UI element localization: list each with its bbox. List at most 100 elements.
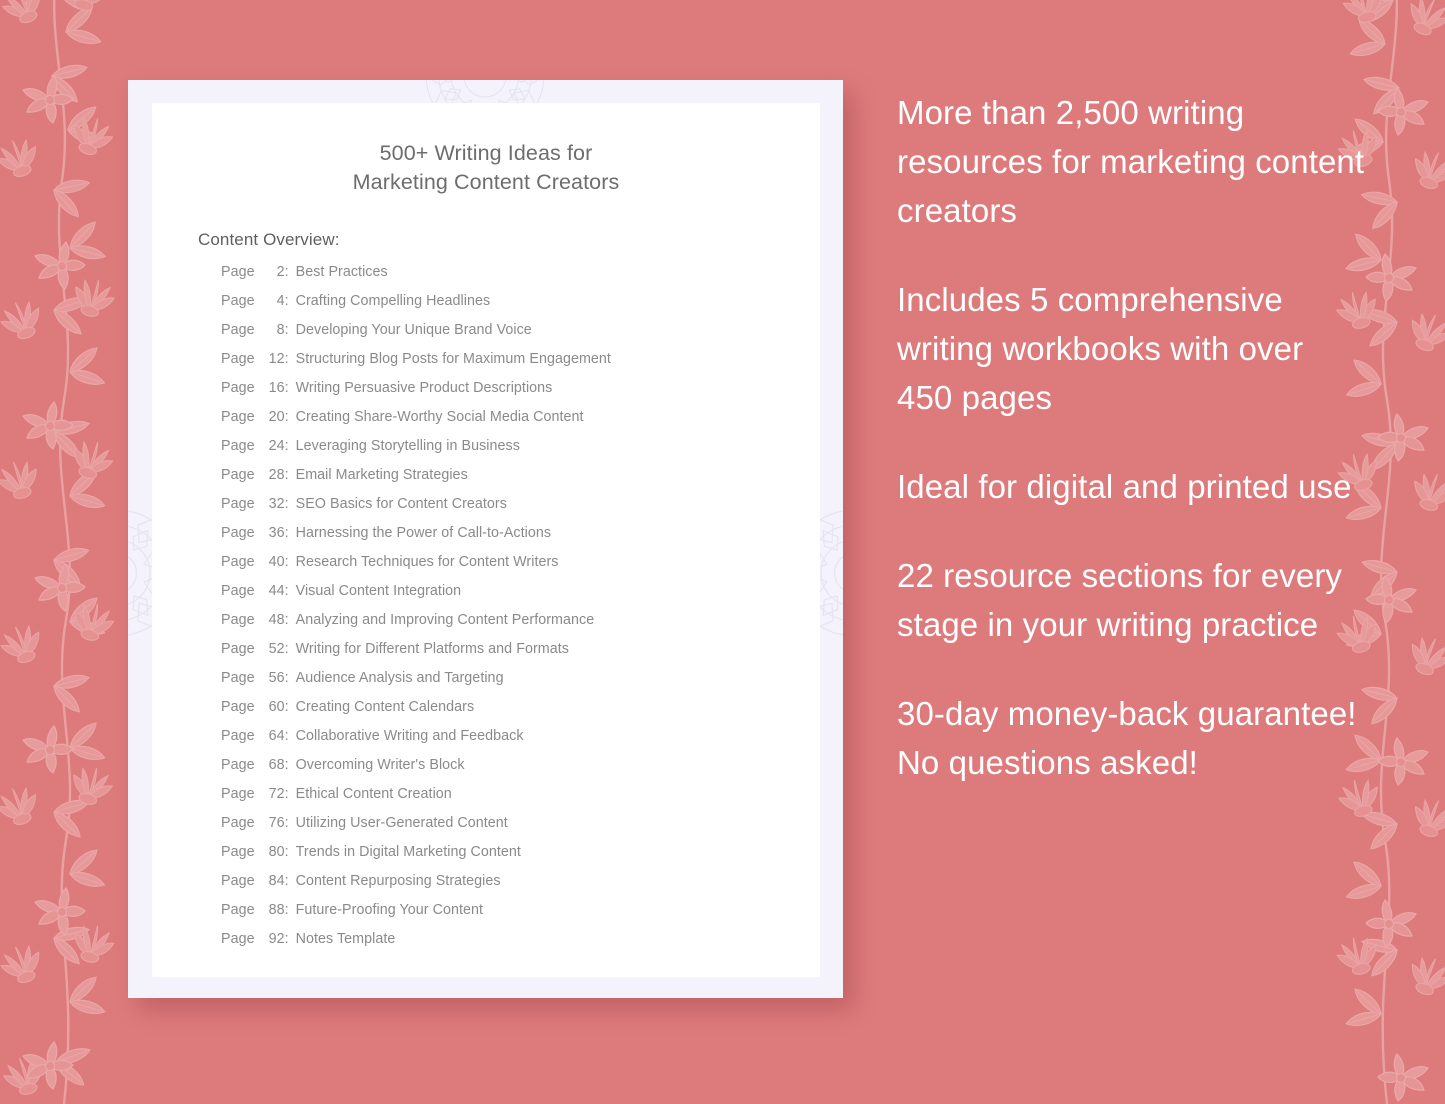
toc-page-number: 80 (268, 844, 285, 860)
document-page: 500+ Writing Ideas for Marketing Content… (152, 103, 820, 977)
toc-page-number: 52 (268, 641, 285, 657)
toc-page-number: 68 (268, 757, 285, 773)
toc-entry[interactable]: Page 28: Email Marketing Strategies (221, 467, 820, 496)
document-title-line-1: 500+ Writing Ideas for (379, 141, 593, 165)
floral-vine-border-left (0, 0, 119, 1104)
toc-entry-title: Leveraging Storytelling in Business (295, 438, 520, 454)
toc-colon: : (284, 873, 289, 889)
toc-entry-title: Content Repurposing Strategies (295, 873, 501, 889)
toc-entry[interactable]: Page 44: Visual Content Integration (221, 583, 820, 612)
toc-page-number: 12 (268, 351, 285, 367)
promo-list: More than 2,500 writing resources for ma… (897, 88, 1367, 787)
document-preview-card[interactable]: 500+ Writing Ideas for Marketing Content… (128, 80, 843, 998)
toc-entry[interactable]: Page 56: Audience Analysis and Targeting (221, 670, 820, 699)
document-title: 500+ Writing Ideas for Marketing Content… (152, 139, 820, 197)
toc-entry[interactable]: Page 36: Harnessing the Power of Call-to-A… (221, 525, 820, 554)
toc-page-word: Page (221, 264, 255, 280)
toc-entry-title: Visual Content Integration (295, 583, 462, 599)
toc-page-word: Page (221, 612, 255, 628)
toc-entry-title: Email Marketing Strategies (295, 467, 468, 483)
toc-page-word: Page (221, 670, 255, 686)
toc-page-number: 8 (276, 322, 285, 338)
toc-entry[interactable]: Page 68: Overcoming Writer's Block (221, 757, 820, 786)
toc-entry[interactable]: Page 48: Analyzing and Improving Content P… (221, 612, 820, 641)
content-overview-label: Content Overview: (198, 230, 340, 249)
toc-entry-title: Crafting Compelling Headlines (295, 293, 491, 309)
toc-colon: : (284, 844, 289, 860)
toc-entry[interactable]: Page 52: Writing for Different Platforms a… (221, 641, 820, 670)
toc-entry[interactable]: Page 92: Notes Template (221, 931, 820, 960)
toc-page-word: Page (221, 757, 255, 773)
toc-entry[interactable]: Page 76: Utilizing User-Generated Content (221, 815, 820, 844)
toc-page-word: Page (221, 902, 255, 918)
toc-page-word: Page (221, 641, 255, 657)
toc-entry[interactable]: Page 64: Collaborative Writing and Feedbac… (221, 728, 820, 757)
toc-entry[interactable]: Page 32: SEO Basics for Content Creators (221, 496, 820, 525)
toc-entry[interactable]: Page 2: Best Practices (221, 264, 820, 293)
toc-page-word: Page (221, 699, 255, 715)
toc-colon: : (284, 467, 289, 483)
toc-page-number: 44 (268, 583, 285, 599)
toc-entry-title: Writing for Different Platforms and Form… (295, 641, 569, 657)
promo-item: Ideal for digital and printed use (897, 468, 1352, 505)
toc-entry-title: Analyzing and Improving Content Performa… (295, 612, 595, 628)
toc-page-number: 36 (268, 525, 285, 541)
toc-page-word: Page (221, 554, 255, 570)
toc-entry-title: Future-Proofing Your Content (295, 902, 484, 918)
toc-colon: : (284, 612, 289, 628)
toc-colon: : (284, 786, 289, 802)
toc-page-word: Page (221, 409, 255, 425)
toc-page-number: 72 (268, 786, 285, 802)
toc-entry[interactable]: Page 40: Research Techniques for Content W… (221, 554, 820, 583)
toc-page-number: 16 (268, 380, 285, 396)
toc-page-word: Page (221, 583, 255, 599)
toc-entry[interactable]: Page 88: Future-Proofing Your Content (221, 902, 820, 931)
promo-item: More than 2,500 writing resources for ma… (897, 94, 1365, 229)
toc-page-number: 4 (276, 293, 285, 309)
toc-page-word: Page (221, 438, 255, 454)
toc-page-number: 24 (268, 438, 285, 454)
toc-entry-title: Best Practices (295, 264, 388, 280)
toc-page-word: Page (221, 844, 255, 860)
toc-page-number: 28 (268, 467, 285, 483)
toc-page-word: Page (221, 786, 255, 802)
toc-page-word: Page (221, 525, 255, 541)
toc-page-number: 60 (268, 699, 285, 715)
toc-entry[interactable]: Page 84: Content Repurposing Strategies (221, 873, 820, 902)
promo-item: 30-day money-back guarantee! No question… (897, 695, 1357, 781)
toc-colon: : (284, 264, 289, 280)
toc-entry-title: Creating Content Calendars (295, 699, 475, 715)
toc-entry[interactable]: Page 80: Trends in Digital Marketing Conte… (221, 844, 820, 873)
toc-page-word: Page (221, 496, 255, 512)
toc-entry[interactable]: Page 72: Ethical Content Creation (221, 786, 820, 815)
toc-colon: : (284, 351, 289, 367)
toc-entry[interactable]: Page 12: Structuring Blog Posts for Maximu… (221, 351, 820, 380)
toc-colon: : (284, 438, 289, 454)
toc-page-number: 56 (268, 670, 285, 686)
promo-item: Includes 5 comprehensive writing workboo… (897, 281, 1304, 416)
toc-entry-title: Creating Share-Worthy Social Media Conte… (295, 409, 584, 425)
toc-page-word: Page (221, 467, 255, 483)
toc-entry[interactable]: Page 24: Leveraging Storytelling in Busine… (221, 438, 820, 467)
toc-page-number: 76 (268, 815, 285, 831)
toc-page-number: 84 (268, 873, 285, 889)
toc-colon: : (284, 554, 289, 570)
toc-entry[interactable]: Page 20: Creating Share-Worthy Social Medi… (221, 409, 820, 438)
toc-page-word: Page (221, 293, 255, 309)
document-title-line-2: Marketing Content Creators (352, 170, 620, 194)
toc-entry[interactable]: Page 4: Crafting Compelling Headlines (221, 293, 820, 322)
toc-entry-title: Writing Persuasive Product Descriptions (295, 380, 553, 396)
toc-entry[interactable]: Page 60: Creating Content Calendars (221, 699, 820, 728)
toc-entry-title: Notes Template (295, 931, 396, 947)
promo-item: 22 resource sections for every stage in … (897, 557, 1343, 643)
toc-page-word: Page (221, 815, 255, 831)
toc-colon: : (284, 380, 289, 396)
toc-entry-title: Research Techniques for Content Writers (295, 554, 559, 570)
toc-page-word: Page (221, 931, 255, 947)
toc-entry[interactable]: Page 8: Developing Your Unique Brand Voice (221, 322, 820, 351)
toc-entry[interactable]: Page 16: Writing Persuasive Product Descri… (221, 380, 820, 409)
toc-colon: : (284, 902, 289, 918)
toc-entry-title: Audience Analysis and Targeting (295, 670, 504, 686)
toc-colon: : (284, 525, 289, 541)
toc-colon: : (284, 699, 289, 715)
